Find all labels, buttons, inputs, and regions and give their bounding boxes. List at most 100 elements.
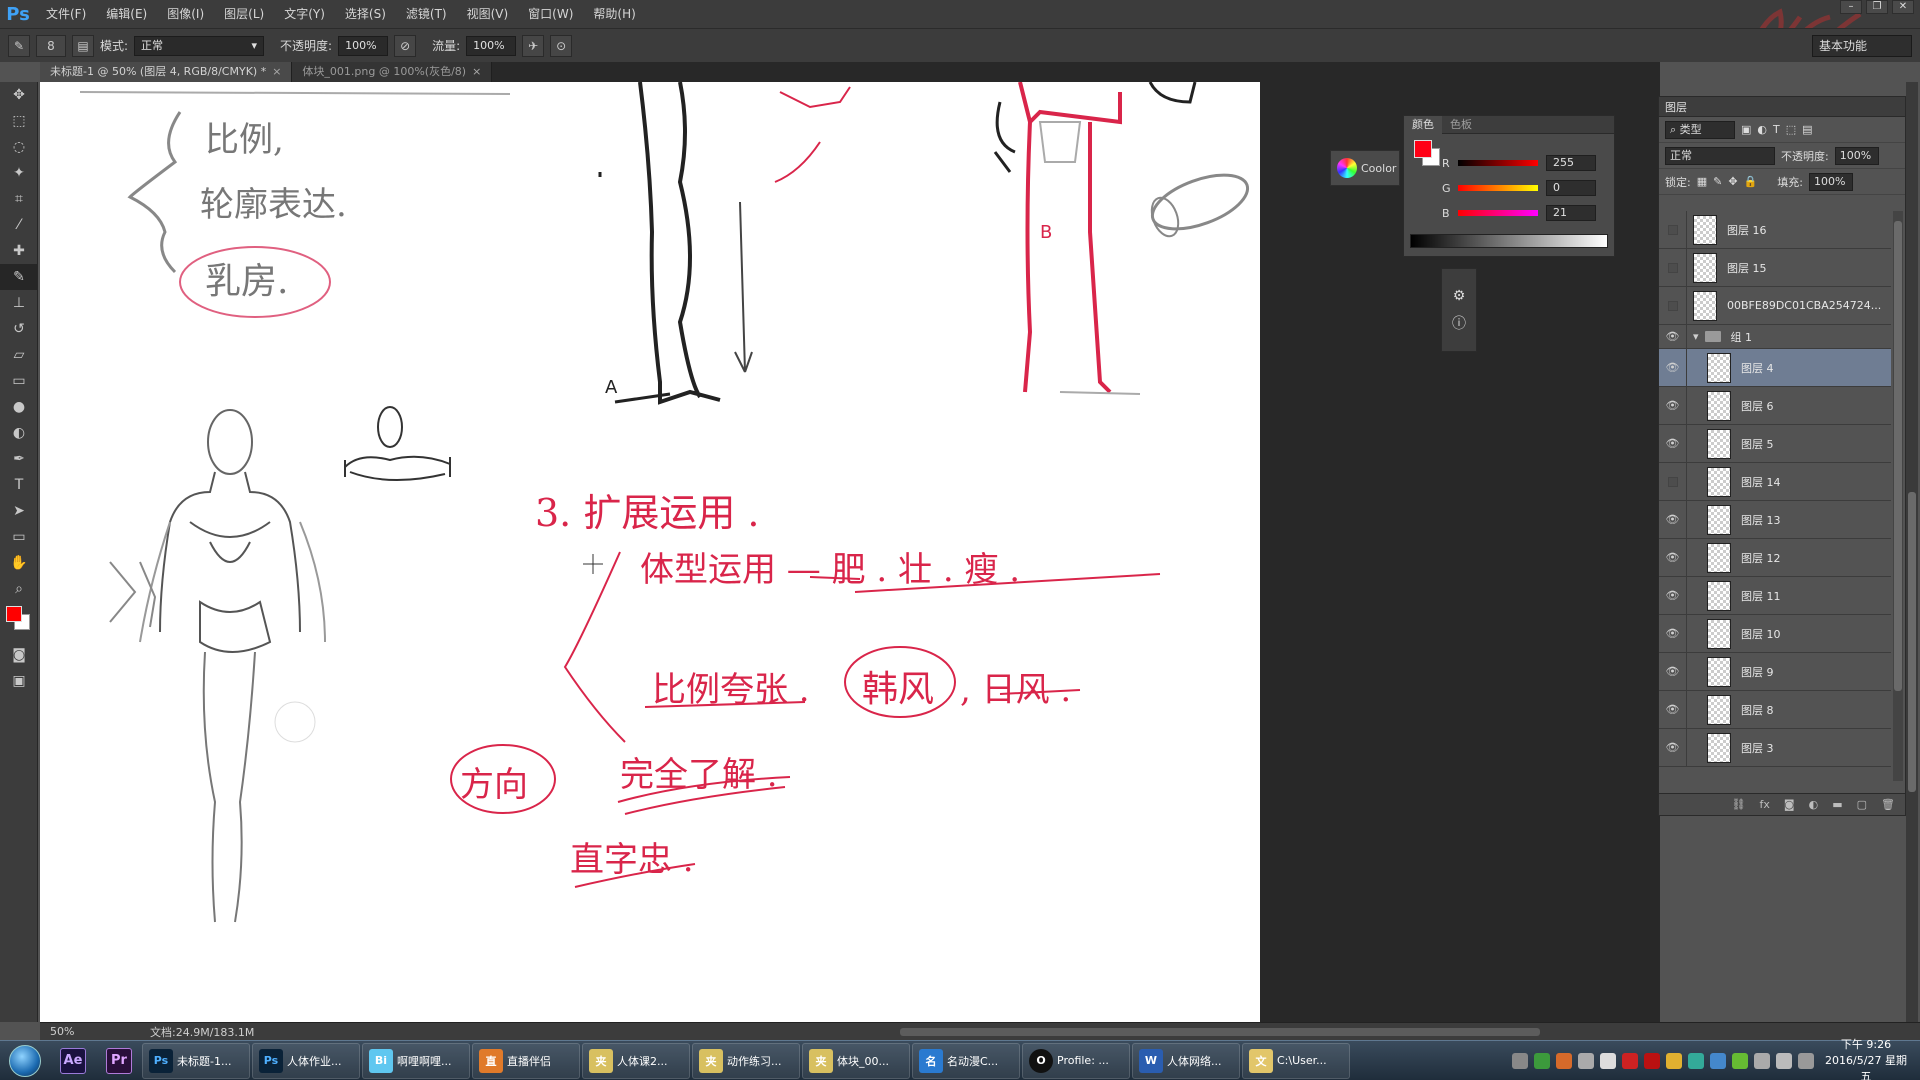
history-brush-tool-icon[interactable]: ↺ (0, 316, 38, 342)
taskbar-item[interactable]: Ps 未标题-1... (142, 1042, 250, 1079)
filter-smart-icon[interactable]: ▤ (1802, 123, 1812, 136)
brush-tool-icon[interactable]: ✎ (0, 264, 38, 290)
filter-adjust-icon[interactable]: ◐ (1757, 123, 1767, 136)
pen-tool-icon[interactable]: ✒ (0, 446, 38, 472)
path-select-tool-icon[interactable]: ➤ (0, 498, 38, 524)
move-tool-icon[interactable]: ✥ (0, 82, 38, 108)
fill-field[interactable]: 100% (1808, 172, 1853, 191)
g-value[interactable]: 0 (1546, 180, 1596, 196)
filter-shape-icon[interactable]: ⬚ (1786, 123, 1796, 136)
menu-help[interactable]: 帮助(H) (583, 0, 645, 28)
layer-row[interactable]: 00BFE89DC01CBA254724... (1659, 287, 1891, 325)
slider-g[interactable]: G 0 (1442, 179, 1596, 197)
taskbar-item[interactable]: O Profile: ... (1022, 1042, 1130, 1079)
shape-tool-icon[interactable]: ▭ (0, 524, 38, 550)
taskbar-item[interactable]: 夹体块_00... (802, 1042, 910, 1079)
layer-row[interactable]: 👁 图层 4 (1659, 349, 1891, 387)
scrollbar-thumb[interactable] (1908, 492, 1916, 792)
lock-transparency-icon[interactable]: ▦ (1697, 175, 1707, 188)
close-icon[interactable]: × (472, 65, 481, 78)
eye-icon[interactable]: 👁 (1659, 387, 1687, 424)
brush-size-picker[interactable]: 8 (36, 34, 66, 57)
layer-row[interactable]: 👁 图层 3 (1659, 729, 1891, 767)
adobe-icon[interactable] (1644, 1053, 1660, 1069)
healing-tool-icon[interactable]: ✚ (0, 238, 38, 264)
close-icon[interactable]: × (272, 65, 281, 78)
lock-paint-icon[interactable]: ✎ (1713, 175, 1722, 188)
eye-icon[interactable]: 👁 (1659, 349, 1687, 386)
tab-color[interactable]: 颜色 (1404, 115, 1442, 134)
tray-app-icon[interactable] (1578, 1053, 1594, 1069)
tray-app-icon[interactable] (1622, 1053, 1638, 1069)
menu-layer[interactable]: 图层(L) (214, 0, 274, 28)
layer-row[interactable]: 👁 图层 12 (1659, 539, 1891, 577)
stamp-tool-icon[interactable]: ⊥ (0, 290, 38, 316)
opacity-pressure-icon[interactable]: ⊘ (394, 34, 417, 57)
taskbar-item[interactable]: 文 C:\User... (1242, 1042, 1350, 1079)
new-layer-icon[interactable]: ▢ (1857, 798, 1867, 811)
clock[interactable]: 下午 9:26 2016/5/27 星期五 (1820, 1037, 1912, 1080)
action-center-icon[interactable] (1798, 1053, 1814, 1069)
eye-icon[interactable]: 👁 (1659, 577, 1687, 614)
flow-field[interactable]: 100% (466, 35, 517, 56)
menu-select[interactable]: 选择(S) (335, 0, 396, 28)
color-ramp[interactable] (1410, 234, 1608, 248)
document-info[interactable]: 文档:24.9M/183.1M (90, 1024, 254, 1040)
menu-type[interactable]: 文字(Y) (274, 0, 335, 28)
pinned-after-effects[interactable]: Ae (50, 1042, 96, 1080)
taskbar-item[interactable]: 直直播伴侣 (472, 1042, 580, 1079)
eye-icon[interactable]: 👁 (1659, 691, 1687, 728)
shield-icon[interactable] (1688, 1053, 1704, 1069)
network-icon[interactable] (1754, 1053, 1770, 1069)
eye-icon[interactable]: 👁 (1659, 501, 1687, 538)
layer-row[interactable]: 图层 15 (1659, 249, 1891, 287)
screen-mode-icon[interactable]: ▣ (0, 668, 38, 694)
brush-preset-icon[interactable]: ✎ (8, 34, 30, 57)
layer-row[interactable]: 👁 图层 5 (1659, 425, 1891, 463)
tray-app-icon[interactable] (1556, 1053, 1572, 1069)
brush-panel-icon[interactable]: ▤ (72, 34, 94, 57)
taskbar-item[interactable]: 夹人体课2... (582, 1042, 690, 1079)
b-slider[interactable] (1458, 210, 1538, 216)
pinned-premiere[interactable]: Pr (96, 1042, 142, 1080)
close-button[interactable]: ✕ (1892, 0, 1914, 14)
qq-icon[interactable] (1666, 1053, 1682, 1069)
eye-icon[interactable]: 👁 (1659, 729, 1687, 766)
battery-icon[interactable] (1534, 1053, 1550, 1069)
opacity-field[interactable]: 100% (338, 35, 389, 56)
vertical-scrollbar[interactable] (1906, 82, 1918, 1022)
slider-b[interactable]: B 21 (1442, 204, 1596, 222)
hand-tool-icon[interactable]: ✋ (0, 550, 38, 576)
layer-row[interactable]: 👁 图层 9 (1659, 653, 1891, 691)
layer-row[interactable]: 👁 图层 8 (1659, 691, 1891, 729)
blur-tool-icon[interactable]: ● (0, 394, 38, 420)
scrollbar-thumb[interactable] (1894, 221, 1902, 691)
minimize-button[interactable]: – (1840, 0, 1862, 14)
eraser-tool-icon[interactable]: ▱ (0, 342, 38, 368)
tab-swatches[interactable]: 色板 (1442, 116, 1480, 134)
eye-icon[interactable]: 👁 (1659, 425, 1687, 462)
menu-window[interactable]: 窗口(W) (518, 0, 583, 28)
link-layers-icon[interactable]: ⛓ (1732, 798, 1746, 811)
magic-wand-tool-icon[interactable]: ✦ (0, 160, 38, 186)
trash-icon[interactable]: 🗑 (1881, 798, 1895, 811)
r-slider[interactable] (1458, 160, 1538, 166)
quick-mask-icon[interactable]: ◙ (0, 642, 38, 668)
eye-icon[interactable]: 👁 (1659, 653, 1687, 690)
info-icon[interactable]: ⓘ (1450, 315, 1468, 333)
adjustment-layer-icon[interactable]: ◐ (1809, 798, 1819, 811)
menu-filter[interactable]: 滤镜(T) (396, 0, 457, 28)
menu-edit[interactable]: 编辑(E) (96, 0, 157, 28)
lock-all-icon[interactable]: 🔒 (1744, 175, 1758, 188)
taskbar-item[interactable]: W 人体网络... (1132, 1042, 1240, 1079)
size-pressure-icon[interactable]: ⊙ (550, 34, 573, 57)
filter-pixel-icon[interactable]: ▣ (1741, 123, 1751, 136)
slider-r[interactable]: R 255 (1442, 154, 1596, 172)
layer-row[interactable]: 👁 图层 6 (1659, 387, 1891, 425)
filter-type-icon[interactable]: T (1773, 123, 1780, 136)
visibility-toggle[interactable] (1659, 463, 1687, 500)
layer-row[interactable]: 👁 图层 13 (1659, 501, 1891, 539)
foreground-color-chip[interactable] (6, 606, 22, 622)
workspace-select[interactable]: 基本功能 (1812, 35, 1912, 57)
taskbar-item[interactable]: 夹动作练习... (692, 1042, 800, 1079)
